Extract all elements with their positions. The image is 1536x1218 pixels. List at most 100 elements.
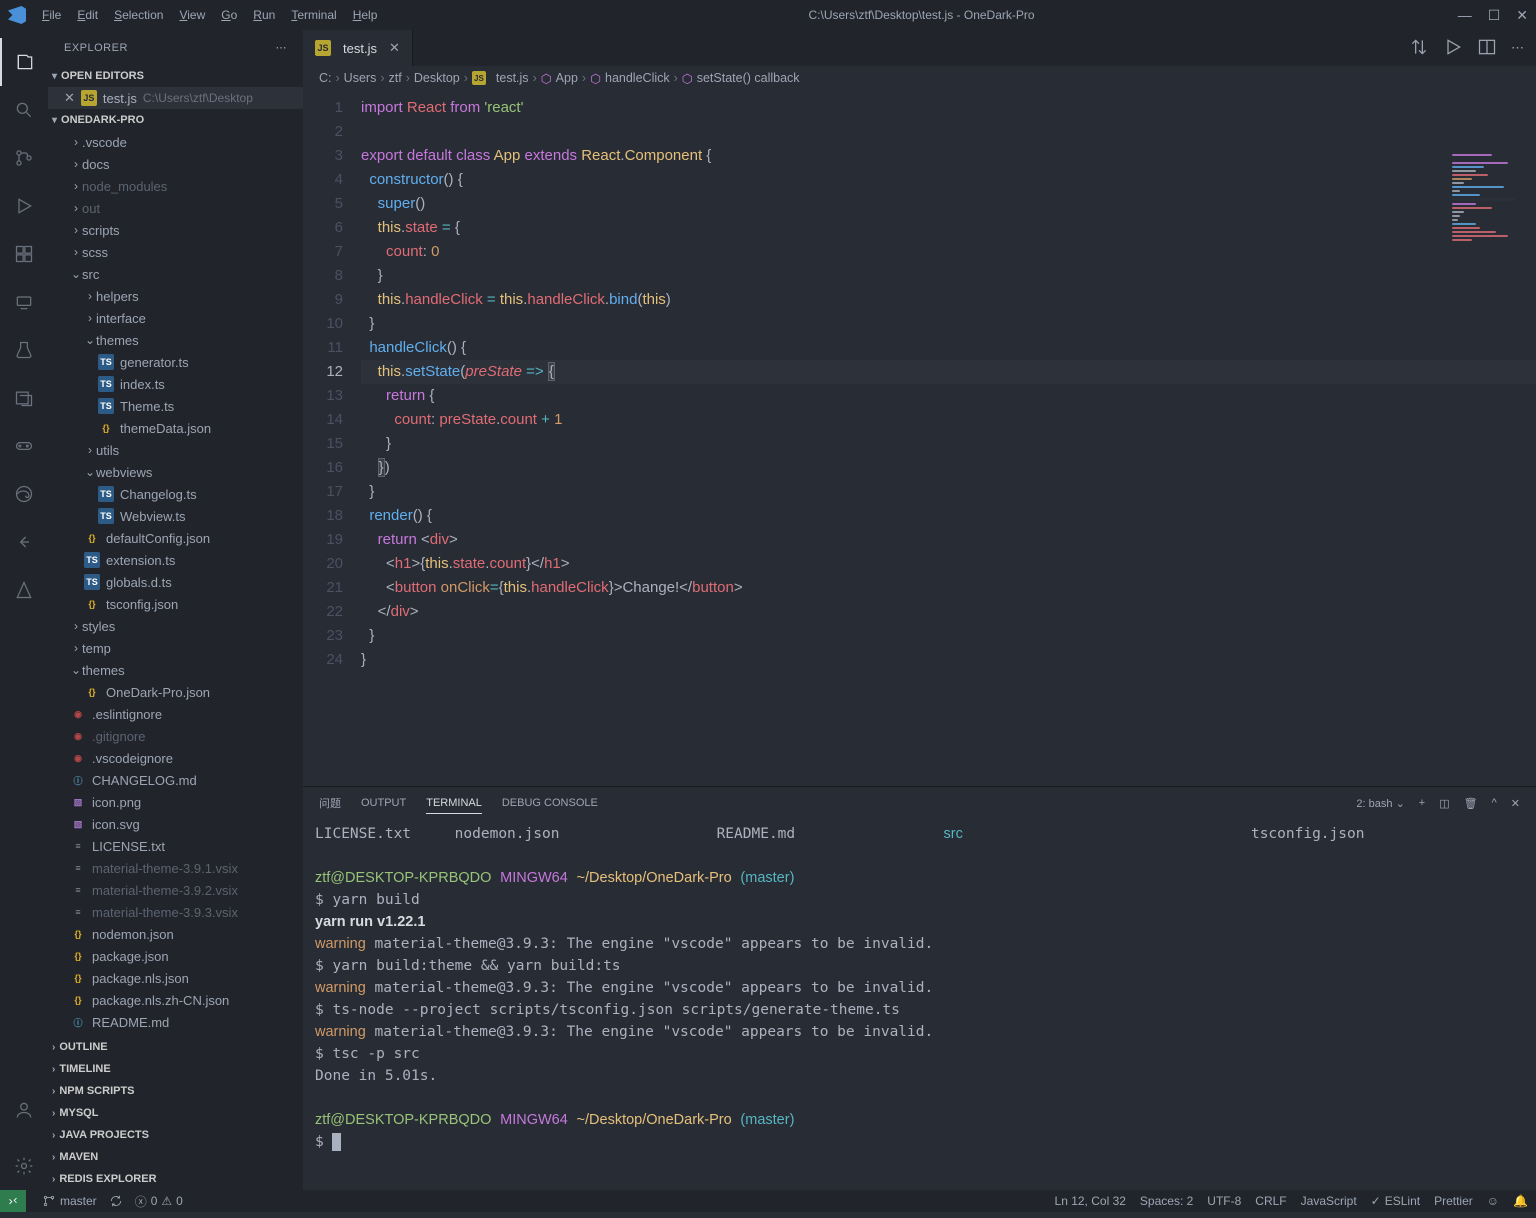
remote-button[interactable] xyxy=(0,1190,26,1212)
section-outline[interactable]: OUTLINE xyxy=(48,1036,303,1058)
activity-back-icon[interactable] xyxy=(0,518,48,566)
folder-interface[interactable]: interface xyxy=(48,307,303,329)
activity-edge-icon[interactable] xyxy=(0,470,48,518)
language-mode[interactable]: JavaScript xyxy=(1301,1194,1357,1208)
activity-account-icon[interactable] xyxy=(0,1086,48,1134)
code-editor[interactable]: 123456789101112131415161718192021222324 … xyxy=(303,90,1536,786)
activity-test-icon[interactable] xyxy=(0,326,48,374)
file-theme-ts[interactable]: TSTheme.ts xyxy=(48,395,303,417)
activity-remote-icon[interactable] xyxy=(0,278,48,326)
encoding[interactable]: UTF-8 xyxy=(1207,1194,1241,1208)
folder-docs[interactable]: docs xyxy=(48,153,303,175)
window-maximize-icon[interactable]: ☐ xyxy=(1488,7,1501,24)
file-material-theme-3-9-1-vsix[interactable]: ≡material-theme-3.9.1.vsix xyxy=(48,857,303,879)
section-npm-scripts[interactable]: NPM SCRIPTS xyxy=(48,1080,303,1102)
kill-terminal-icon[interactable]: 🗑 xyxy=(1464,797,1478,810)
folder-out[interactable]: out xyxy=(48,197,303,219)
split-terminal-icon[interactable]: ◫ xyxy=(1439,797,1449,810)
file--gitignore[interactable]: ◉.gitignore xyxy=(48,725,303,747)
file-index-ts[interactable]: TSindex.ts xyxy=(48,373,303,395)
panel-tab-terminal[interactable]: TERMINAL xyxy=(426,793,482,814)
window-minimize-icon[interactable]: — xyxy=(1458,7,1472,24)
file--vscodeignore[interactable]: ◉.vscodeignore xyxy=(48,747,303,769)
close-panel-icon[interactable]: ✕ xyxy=(1511,797,1520,810)
activity-settings-icon[interactable] xyxy=(0,1142,48,1190)
activity-explorer-icon[interactable] xyxy=(0,38,48,86)
file-defaultconfig-json[interactable]: {}defaultConfig.json xyxy=(48,527,303,549)
sync-button[interactable] xyxy=(109,1194,123,1208)
tab-test-js[interactable]: JS test.js ✕ xyxy=(303,30,413,66)
workspace-header[interactable]: ONEDARK-PRO xyxy=(48,109,303,131)
cursor-position[interactable]: Ln 12, Col 32 xyxy=(1055,1194,1126,1208)
section-maven[interactable]: MAVEN xyxy=(48,1146,303,1168)
file-themedata-json[interactable]: {}themeData.json xyxy=(48,417,303,439)
menu-file[interactable]: File xyxy=(34,4,69,26)
menu-help[interactable]: Help xyxy=(345,4,386,26)
file-material-theme-3-9-2-vsix[interactable]: ≡material-theme-3.9.2.vsix xyxy=(48,879,303,901)
indentation[interactable]: Spaces: 2 xyxy=(1140,1194,1193,1208)
file-material-theme-3-9-3-vsix[interactable]: ≡material-theme-3.9.3.vsix xyxy=(48,901,303,923)
section-java-projects[interactable]: JAVA PROJECTS xyxy=(48,1124,303,1146)
run-file-icon[interactable] xyxy=(1443,37,1463,60)
folder-src[interactable]: src xyxy=(48,263,303,285)
menu-run[interactable]: Run xyxy=(245,4,283,26)
file-extension-ts[interactable]: TSextension.ts xyxy=(48,549,303,571)
file-icon-svg[interactable]: ▧icon.svg xyxy=(48,813,303,835)
file-tsconfig-json[interactable]: {}tsconfig.json xyxy=(48,593,303,615)
tab-close-icon[interactable]: ✕ xyxy=(389,40,400,56)
panel-tab-debug[interactable]: DEBUG CONSOLE xyxy=(502,793,598,813)
folder-utils[interactable]: utils xyxy=(48,439,303,461)
folder-scripts[interactable]: scripts xyxy=(48,219,303,241)
file-package-json[interactable]: {}package.json xyxy=(48,945,303,967)
notifications-icon[interactable]: 🔔 xyxy=(1513,1194,1528,1208)
section-redis-explorer[interactable]: REDIS EXPLORER xyxy=(48,1168,303,1190)
terminal-selector[interactable]: 2: bash ⌄ xyxy=(1356,797,1404,810)
menu-view[interactable]: View xyxy=(171,4,213,26)
folder-temp[interactable]: temp xyxy=(48,637,303,659)
panel-tab-problems[interactable]: 问题 xyxy=(319,791,341,815)
breadcrumb[interactable]: C:› Users› ztf› Desktop› JStest.js› ⬡App… xyxy=(303,66,1536,90)
branch-indicator[interactable]: master xyxy=(42,1194,97,1208)
file-generator-ts[interactable]: TSgenerator.ts xyxy=(48,351,303,373)
activity-search-icon[interactable] xyxy=(0,86,48,134)
compare-changes-icon[interactable] xyxy=(1409,37,1429,60)
menu-selection[interactable]: Selection xyxy=(106,4,171,26)
eol[interactable]: CRLF xyxy=(1255,1194,1286,1208)
panel-tab-output[interactable]: OUTPUT xyxy=(361,793,406,813)
file-icon-png[interactable]: ▧icon.png xyxy=(48,791,303,813)
problems-indicator[interactable]: ⓧ 0 ⚠ 0 xyxy=(135,1193,183,1210)
menu-edit[interactable]: Edit xyxy=(69,4,106,26)
file-onedark-pro-json[interactable]: {}OneDark-Pro.json xyxy=(48,681,303,703)
menu-terminal[interactable]: Terminal xyxy=(283,4,344,26)
activity-extensions-icon[interactable] xyxy=(0,230,48,278)
eslint-status[interactable]: ✓ ESLint xyxy=(1371,1194,1420,1208)
folder-node-modules[interactable]: node_modules xyxy=(48,175,303,197)
file--eslintignore[interactable]: ◉.eslintignore xyxy=(48,703,303,725)
prettier-status[interactable]: Prettier xyxy=(1434,1194,1473,1208)
new-terminal-icon[interactable]: + xyxy=(1419,797,1425,809)
folder-scss[interactable]: scss xyxy=(48,241,303,263)
activity-references-icon[interactable] xyxy=(0,374,48,422)
folder-styles[interactable]: styles xyxy=(48,615,303,637)
code-content[interactable]: import React from 'react'export default … xyxy=(361,90,1536,786)
maximize-panel-icon[interactable]: ^ xyxy=(1492,797,1497,809)
file-nodemon-json[interactable]: {}nodemon.json xyxy=(48,923,303,945)
window-close-icon[interactable]: ✕ xyxy=(1516,7,1528,24)
open-editors-header[interactable]: OPEN EDITORS xyxy=(48,65,303,87)
folder--vscode[interactable]: .vscode xyxy=(48,131,303,153)
open-editor-item[interactable]: ✕ JS test.js C:\Users\ztf\Desktop xyxy=(48,87,303,109)
activity-game-icon[interactable] xyxy=(0,422,48,470)
file-package-nls-zh-cn-json[interactable]: {}package.nls.zh-CN.json xyxy=(48,989,303,1011)
file-changelog-ts[interactable]: TSChangelog.ts xyxy=(48,483,303,505)
folder-themes[interactable]: themes xyxy=(48,329,303,351)
folder-helpers[interactable]: helpers xyxy=(48,285,303,307)
file-package-nls-json[interactable]: {}package.nls.json xyxy=(48,967,303,989)
feedback-icon[interactable]: ☺ xyxy=(1487,1194,1499,1208)
split-editor-icon[interactable] xyxy=(1477,37,1497,60)
file-globals-d-ts[interactable]: TSglobals.d.ts xyxy=(48,571,303,593)
activity-run-debug-icon[interactable] xyxy=(0,182,48,230)
menu-go[interactable]: Go xyxy=(213,4,245,26)
terminal-output[interactable]: LICENSE.txt nodemon.json README.md src t… xyxy=(303,819,1536,1190)
section-mysql[interactable]: MYSQL xyxy=(48,1102,303,1124)
activity-source-control-icon[interactable] xyxy=(0,134,48,182)
